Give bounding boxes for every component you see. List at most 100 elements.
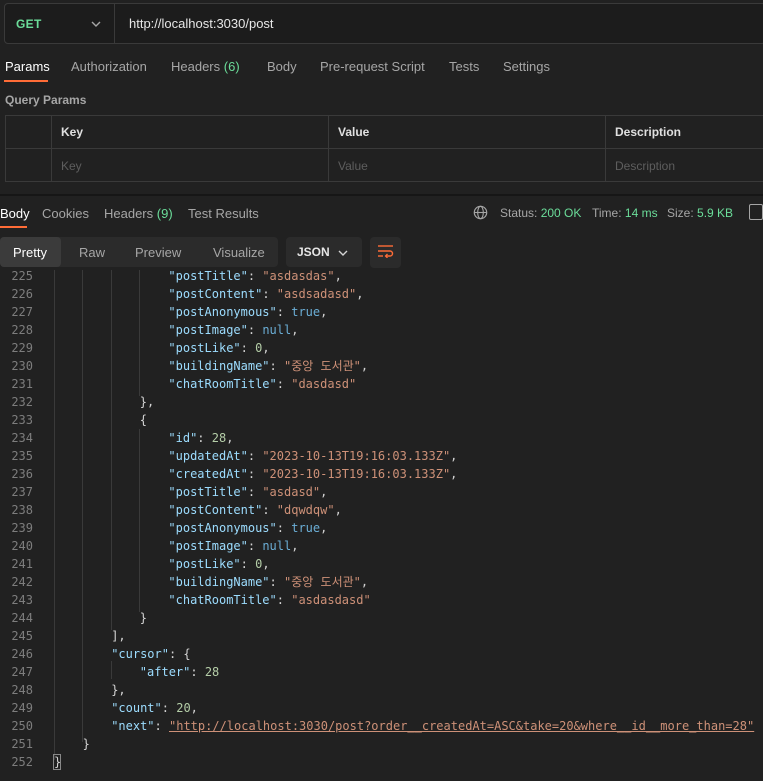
json-token: : <box>161 701 177 715</box>
pane-divider[interactable] <box>0 194 763 196</box>
line-number: 234 <box>11 431 33 445</box>
json-key: "postAnonymous" <box>168 521 277 535</box>
code-text: "postTitle": "asdasdas", <box>168 270 341 285</box>
view-pretty-button[interactable]: Pretty <box>0 237 61 267</box>
code-text: "postContent": "dqwdqw", <box>168 501 341 519</box>
chevron-down-icon <box>90 18 102 30</box>
value-input[interactable]: Value <box>328 149 605 182</box>
response-tab-cookies[interactable]: Cookies <box>42 206 89 221</box>
save-response-icon[interactable] <box>749 204 763 220</box>
json-token: : <box>247 539 263 553</box>
json-token: : <box>276 305 292 319</box>
json-key: "count" <box>111 701 162 715</box>
json-token: : <box>240 557 256 571</box>
code-line: 252} <box>0 753 763 771</box>
json-token: null <box>262 539 292 553</box>
code-line: 248}, <box>0 681 763 699</box>
text-cursor <box>53 754 61 770</box>
response-body-viewer[interactable]: 225 "postTitle": "asdasdas", 226 "postConte… <box>0 270 763 781</box>
format-select[interactable]: JSON <box>286 237 362 267</box>
code-line: 241 "postLike": 0, <box>0 555 763 573</box>
active-tab-indicator <box>4 80 48 82</box>
response-tab-headers-count: (9) <box>156 206 173 221</box>
code-text: "after": 28 <box>140 663 219 681</box>
code-line: 244} <box>0 609 763 627</box>
tab-headers[interactable]: Headers (6) <box>171 59 240 74</box>
view-preview-button[interactable]: Preview <box>135 237 181 267</box>
time-readout[interactable]: Time: 14 ms <box>592 206 658 220</box>
url-input[interactable]: http://localhost:3030/post <box>115 16 274 31</box>
wrap-lines-button[interactable] <box>370 237 401 268</box>
size-readout[interactable]: Size: 5.9 KB <box>667 206 733 220</box>
response-active-tab-indicator <box>0 226 27 228</box>
response-tab-headers[interactable]: Headers (9) <box>104 206 173 221</box>
view-raw-button[interactable]: Raw <box>79 237 105 267</box>
line-number: 228 <box>11 323 33 337</box>
code-text: "chatRoomTitle": "asdasdasd" <box>168 591 370 609</box>
code-line: 247 "after": 28 <box>0 663 763 681</box>
line-number: 237 <box>11 485 33 499</box>
tab-headers-count: (6) <box>223 59 240 74</box>
code-line: 240 "postImage": null, <box>0 537 763 555</box>
json-token: "2023-10-13T19:16:03.133Z" <box>262 449 451 463</box>
response-tab-test-results[interactable]: Test Results <box>188 206 259 221</box>
globe-icon[interactable] <box>473 205 488 220</box>
line-number: 250 <box>11 719 33 733</box>
line-number: 252 <box>11 755 33 769</box>
column-header-description: Description <box>605 116 763 148</box>
json-token: : <box>190 665 205 679</box>
line-number: 241 <box>11 557 33 571</box>
tab-tests[interactable]: Tests <box>449 59 479 74</box>
code-line: 250 "next": "http://localhost:3030/post?o… <box>0 717 763 735</box>
tab-authorization[interactable]: Authorization <box>71 59 147 74</box>
json-link[interactable]: "http://localhost:3030/post?order__creat… <box>169 719 754 733</box>
tab-settings[interactable]: Settings <box>503 59 550 74</box>
request-url-bar: GET http://localhost:3030/post <box>4 3 763 44</box>
size-value: 5.9 KB <box>697 206 734 220</box>
json-token: , <box>334 503 342 517</box>
line-number: 233 <box>11 413 33 427</box>
json-token: true <box>291 305 321 319</box>
json-token: null <box>262 323 292 337</box>
code-text: "count": 20, <box>111 699 198 717</box>
method-select[interactable]: GET <box>5 4 115 43</box>
format-select-label: JSON <box>297 245 330 259</box>
line-number: 242 <box>11 575 33 589</box>
table-row: Key Value Description <box>6 149 763 182</box>
view-visualize-button[interactable]: Visualize <box>213 237 265 267</box>
json-token: : <box>247 323 263 337</box>
line-number: 225 <box>11 270 33 283</box>
time-label: Time: <box>592 206 622 220</box>
status-readout[interactable]: Status: 200 OK <box>500 206 581 220</box>
json-token: , <box>356 287 364 301</box>
code-line: 230 "buildingName": "중앙 도서관", <box>0 357 763 375</box>
json-token: "중앙 도서관" <box>284 359 361 373</box>
code-line: 233 { <box>0 411 763 429</box>
key-input[interactable]: Key <box>51 149 328 182</box>
json-key: "buildingName" <box>168 575 270 589</box>
code-text: } <box>83 735 90 753</box>
code-line: 249 "count": 20, <box>0 699 763 717</box>
json-token: { <box>139 413 148 427</box>
json-token: , <box>320 485 328 499</box>
json-key: "buildingName" <box>168 359 270 373</box>
code-line: 225 "postTitle": "asdasdas", <box>0 270 763 285</box>
json-token: , <box>450 449 458 463</box>
json-token: "dqwdqw" <box>276 503 335 517</box>
row-checkbox[interactable] <box>6 149 51 182</box>
column-header-value: Value <box>328 116 605 148</box>
description-input[interactable]: Description <box>605 149 763 182</box>
tab-body[interactable]: Body <box>267 59 297 74</box>
code-line: 246 "cursor": { <box>0 645 763 663</box>
json-token: , <box>360 575 369 589</box>
json-key: "postLike" <box>168 557 241 571</box>
tab-prerequest-script[interactable]: Pre-request Script <box>320 59 425 74</box>
tab-params[interactable]: Params <box>5 59 50 74</box>
line-number: 227 <box>11 305 33 319</box>
indent-guide <box>111 270 112 630</box>
json-token: , <box>360 359 369 373</box>
response-tab-body[interactable]: Body <box>0 206 30 221</box>
code-text: "chatRoomTitle": "dasdasd" <box>168 375 356 393</box>
code-line: 237 "postTitle": "asdasd", <box>0 483 763 501</box>
code-line: 227 "postAnonymous": true, <box>0 303 763 321</box>
